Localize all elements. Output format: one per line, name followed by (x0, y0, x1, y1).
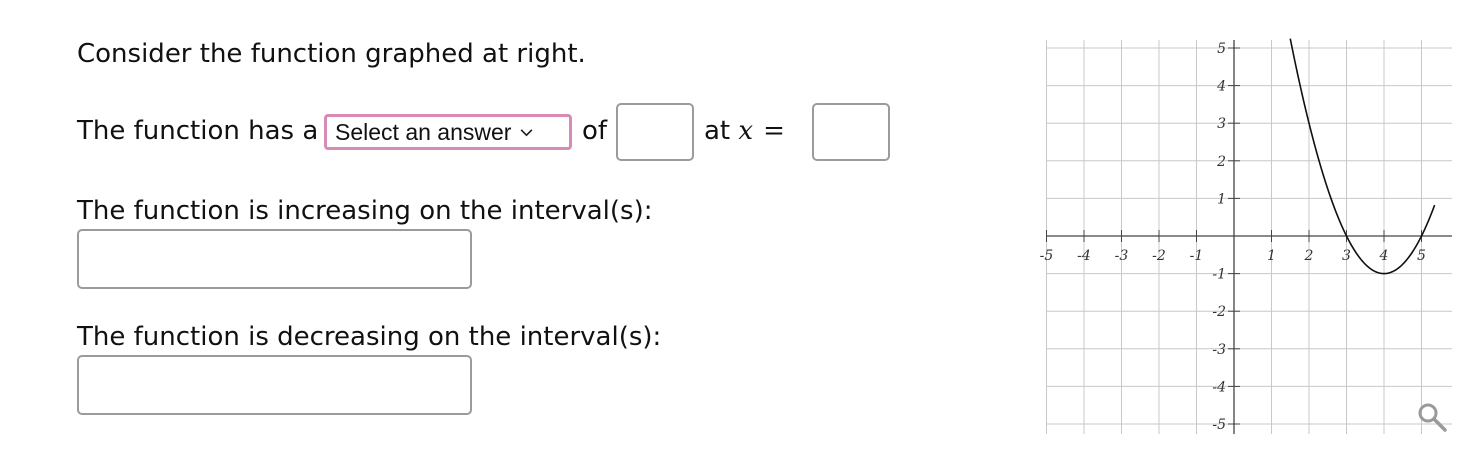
x-tick-label: -2 (1152, 248, 1166, 264)
y-tick-label: -2 (1212, 304, 1226, 320)
question-prompt: Consider the function graphed at right. (77, 39, 586, 69)
y-tick-label: 5 (1217, 41, 1226, 57)
chevron-down-icon (520, 128, 533, 136)
at-x-equals: at x = (704, 118, 785, 144)
function-curve (1289, 38, 1436, 275)
extremum-type-select[interactable]: Select an answer (324, 114, 572, 150)
extremum-value-input[interactable] (616, 103, 694, 161)
increasing-label: The function is increasing on the interv… (77, 196, 653, 226)
extremum-prefix: The function has a (77, 116, 319, 146)
y-tick-label: -4 (1212, 379, 1226, 395)
increasing-interval-input[interactable] (77, 229, 472, 289)
x-tick-label: -5 (1040, 248, 1053, 264)
x-tick-label: 4 (1379, 248, 1389, 264)
x-tick-labels: -5 -4 -3 -2 -1 1 2 3 4 5 (1040, 248, 1426, 264)
extremum-x-input[interactable] (812, 103, 890, 161)
at-label: at (704, 116, 731, 146)
function-graph: -5 -4 -3 -2 -1 1 2 3 4 5 5 4 3 2 1 -1 -2 -3 -4 -5 (1040, 38, 1452, 434)
y-tick-label: 1 (1217, 191, 1226, 207)
magnifier-icon[interactable] (1418, 403, 1447, 432)
extremum-type-select-value: Select an answer (335, 118, 512, 145)
decreasing-label: The function is decreasing on the interv… (77, 322, 662, 352)
y-tick-labels: 5 4 3 2 1 -1 -2 -3 -4 -5 (1212, 41, 1226, 433)
x-tick-label: 1 (1267, 248, 1276, 264)
decreasing-interval-input[interactable] (77, 355, 472, 415)
y-tick-label: 2 (1216, 154, 1226, 170)
x-tick-label: 2 (1304, 248, 1314, 264)
grid-lines (1046, 40, 1452, 434)
y-tick-label: -5 (1212, 417, 1226, 433)
y-tick-label: -3 (1212, 342, 1226, 358)
x-tick-label: 3 (1342, 248, 1351, 264)
y-tick-label: 3 (1217, 116, 1226, 132)
x-tick-label: -1 (1190, 248, 1204, 264)
x-variable: x (738, 116, 754, 146)
y-tick-label: 4 (1216, 79, 1226, 95)
equals-sign: = (763, 116, 785, 146)
x-tick-label: 5 (1417, 248, 1426, 264)
x-tick-label: -3 (1115, 248, 1129, 264)
y-tick-label: -1 (1212, 267, 1226, 283)
x-tick-label: -4 (1077, 248, 1091, 264)
axes (1046, 40, 1452, 434)
of-label: of (582, 116, 608, 146)
